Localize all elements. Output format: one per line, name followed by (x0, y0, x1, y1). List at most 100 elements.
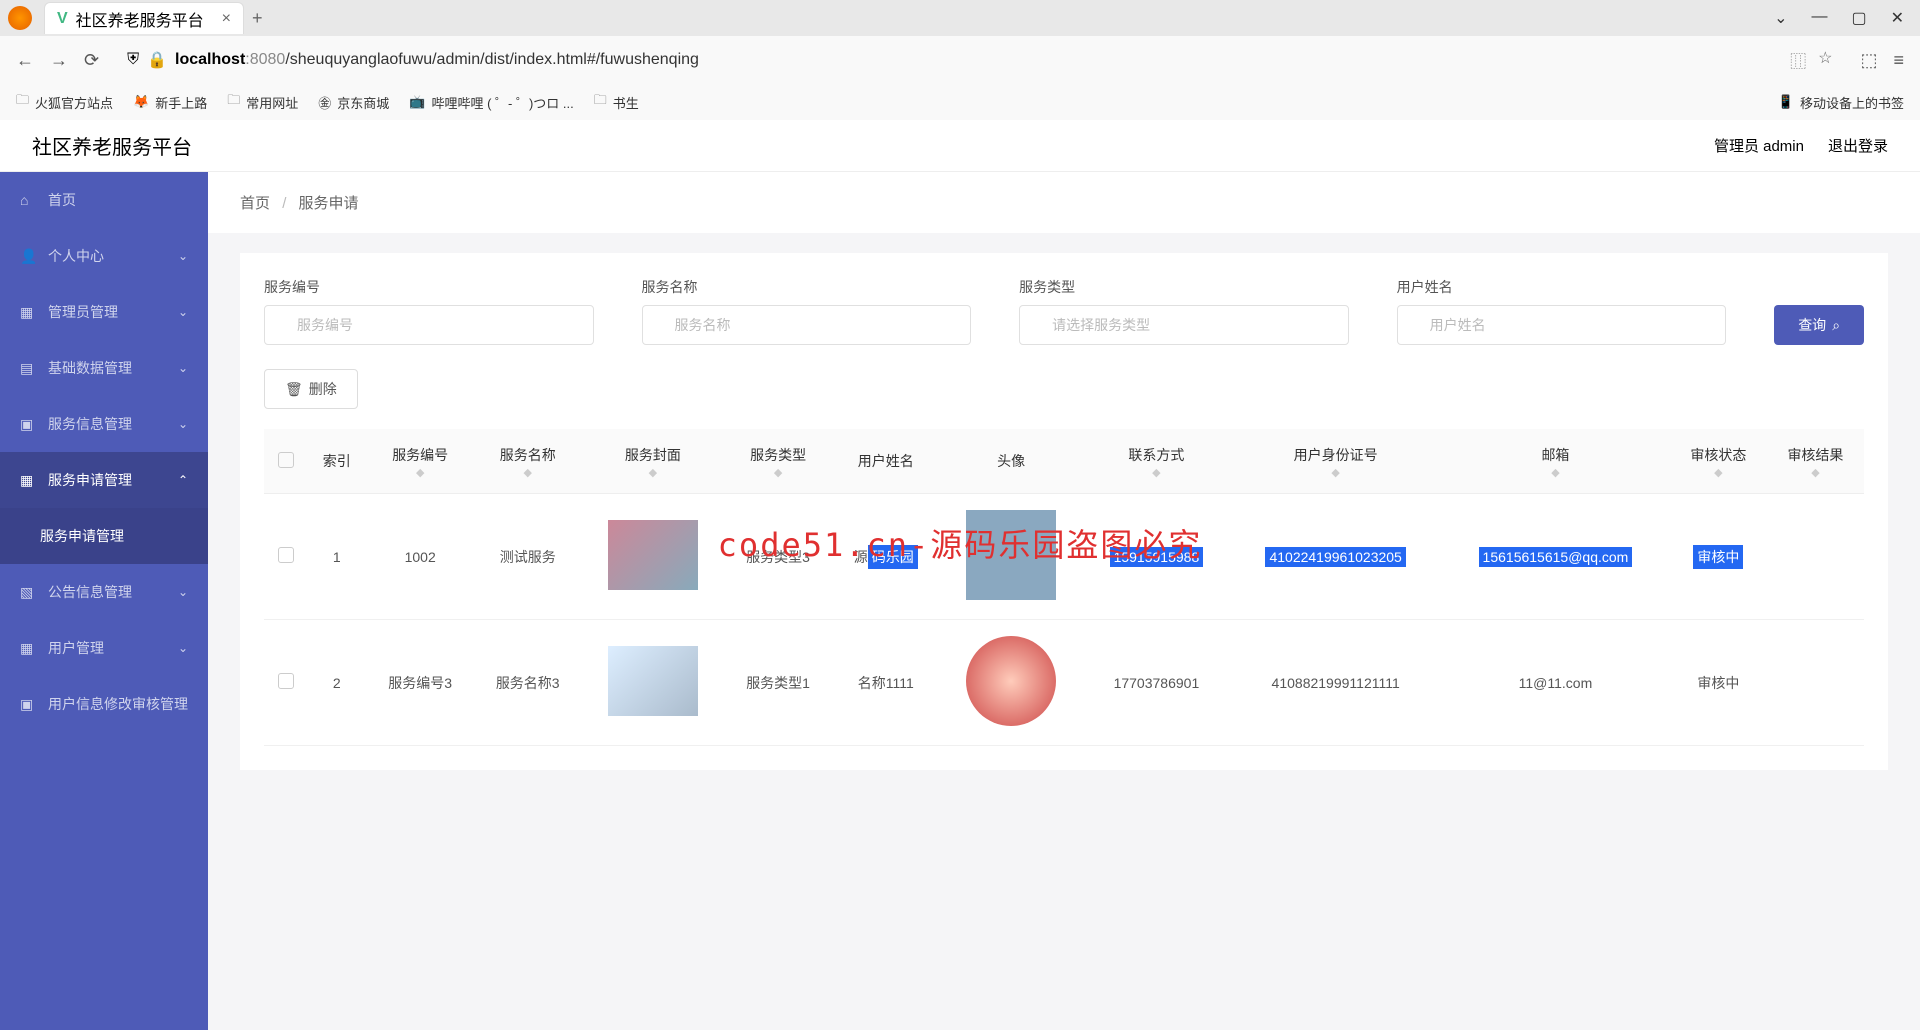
search-select-service-type[interactable] (1019, 305, 1349, 345)
search-input-user-name[interactable] (1397, 305, 1727, 345)
url-bar[interactable]: ⛨ 🔒 localhost:8080/sheuquyanglaofuwu/adm… (115, 48, 1844, 72)
back-button[interactable]: ← (16, 50, 34, 71)
col-user-name[interactable]: 用户姓名 (832, 429, 940, 494)
mobile-bookmarks[interactable]: 📱移动设备上的书签 (1778, 93, 1904, 112)
sort-icon: ◆ (523, 469, 531, 477)
nav-bar: ← → ⟳ ⛨ 🔒 localhost:8080/sheuquyanglaofu… (0, 36, 1920, 84)
vue-icon: V (57, 10, 68, 28)
bookmark-item[interactable]: ㊎京东商城 (318, 93, 389, 112)
cell-cover (581, 620, 724, 746)
col-status[interactable]: 审核状态◆ (1670, 429, 1767, 494)
checkbox-header[interactable] (264, 429, 307, 494)
row-checkbox[interactable] (278, 673, 294, 689)
cell-service-type: 服务类型3 (724, 494, 832, 620)
breadcrumb-current: 服务申请 (299, 195, 359, 212)
browser-tab[interactable]: V 社区养老服务平台 × (44, 2, 244, 34)
chevron-down-icon: ⌄ (178, 361, 188, 375)
col-email[interactable]: 邮箱◆ (1441, 429, 1670, 494)
sidebar-item-user-audit[interactable]: ▣用户信息修改审核管理 (0, 676, 208, 732)
service-icon: ▣ (20, 416, 36, 433)
bookmark-item[interactable]: 🗀常用网址 (227, 91, 298, 113)
search-input-service-name[interactable] (642, 305, 972, 345)
cell-avatar (940, 620, 1083, 746)
user-icon: 👤 (20, 248, 36, 265)
cell-contact: 15915915988 (1083, 494, 1231, 620)
sort-icon: ◆ (774, 469, 782, 477)
sidebar: ⌂首页 👤个人中心⌄ ▦管理员管理⌄ ▤基础数据管理⌄ ▣服务信息管理⌄ ▦服务… (0, 172, 208, 1030)
logout-link[interactable]: 退出登录 (1828, 135, 1888, 156)
sidebar-item-service-apply[interactable]: ▦服务申请管理⌃ (0, 452, 208, 508)
cell-result (1767, 620, 1864, 746)
cover-image (608, 520, 698, 590)
delete-button[interactable]: 🗑删除 (264, 369, 358, 409)
sidebar-item-service-info[interactable]: ▣服务信息管理⌄ (0, 396, 208, 452)
table-row[interactable]: 1 1002 测试服务 服务类型3 源码乐园 15915915988 41022… (264, 494, 1864, 620)
bookmark-item[interactable]: 📺哔哩哔哩 ( ゜- ゜)つロ ... (409, 93, 573, 112)
cell-id-no: 41088219991121111 (1230, 620, 1441, 746)
cell-service-name: 服务名称3 (474, 620, 582, 746)
row-checkbox[interactable] (278, 547, 294, 563)
col-service-no[interactable]: 服务编号◆ (366, 429, 474, 494)
col-result[interactable]: 审核结果◆ (1767, 429, 1864, 494)
search-label: 服务类型 (1019, 277, 1349, 297)
chevron-down-icon: ⌄ (178, 305, 188, 319)
new-tab-button[interactable]: + (252, 8, 263, 29)
chevron-down-icon[interactable]: ⌄ (1774, 8, 1787, 28)
bookmark-item[interactable]: 🗀书生 (594, 91, 639, 113)
tab-title: 社区养老服务平台 (76, 7, 204, 31)
bookmark-item[interactable]: 🗀火狐官方站点 (16, 91, 113, 113)
col-contact[interactable]: 联系方式◆ (1083, 429, 1231, 494)
cell-status: 审核中 (1670, 620, 1767, 746)
col-service-type[interactable]: 服务类型◆ (724, 429, 832, 494)
extension-icon[interactable]: ⬚ (1860, 50, 1877, 71)
reader-icon[interactable]: ⿲ (1790, 48, 1806, 72)
cell-service-name: 测试服务 (474, 494, 582, 620)
sidebar-item-admin[interactable]: ▦管理员管理⌄ (0, 284, 208, 340)
sidebar-item-home[interactable]: ⌂首页 (0, 172, 208, 228)
sidebar-item-notice[interactable]: ▧公告信息管理⌄ (0, 564, 208, 620)
table-row[interactable]: 2 服务编号3 服务名称3 服务类型1 名称1111 17703786901 4… (264, 620, 1864, 746)
close-window-icon[interactable]: ✕ (1891, 8, 1904, 28)
reload-button[interactable]: ⟳ (84, 50, 99, 71)
bookmark-item[interactable]: 🦊新手上路 (133, 93, 207, 112)
sidebar-item-basedata[interactable]: ▤基础数据管理⌄ (0, 340, 208, 396)
shield-icon[interactable]: ⛨ (127, 51, 139, 69)
jd-icon: ㊎ (318, 93, 331, 112)
app-header: 社区养老服务平台 管理员 admin 退出登录 (0, 120, 1920, 172)
maximize-icon[interactable]: ▢ (1851, 8, 1866, 28)
search-label: 服务名称 (642, 277, 972, 297)
col-avatar[interactable]: 头像 (940, 429, 1083, 494)
firefox-small-icon: 🦊 (133, 94, 149, 110)
users-icon: ▦ (20, 640, 36, 657)
bookmark-bar: 🗀火狐官方站点 🦊新手上路 🗀常用网址 ㊎京东商城 📺哔哩哔哩 ( ゜- ゜)つ… (0, 84, 1920, 120)
lock-icon[interactable]: 🔒 (147, 50, 167, 70)
search-input-service-no[interactable] (264, 305, 594, 345)
minimize-icon[interactable]: — (1811, 8, 1827, 28)
menu-icon[interactable]: ≡ (1893, 50, 1904, 71)
cell-id-no: 41022419961023205 (1230, 494, 1441, 620)
sidebar-subitem-service-apply[interactable]: 服务申请管理 (0, 508, 208, 564)
content-card: 服务编号 ⌕ 服务名称 ⌕ 服务类型 用户姓名 ⌕ 查询⌕ 🗑删除 (240, 253, 1888, 770)
table-header-row: 索引 服务编号◆ 服务名称◆ 服务封面◆ 服务类型◆ 用户姓名 头像 联系方式◆… (264, 429, 1864, 494)
cell-contact: 17703786901 (1083, 620, 1231, 746)
col-cover[interactable]: 服务封面◆ (581, 429, 724, 494)
app-title: 社区养老服务平台 (32, 131, 192, 160)
search-label: 服务编号 (264, 277, 594, 297)
breadcrumb-separator: / (282, 195, 286, 212)
data-icon: ▤ (20, 360, 36, 377)
col-index[interactable]: 索引 (307, 429, 366, 494)
sidebar-item-profile[interactable]: 👤个人中心⌄ (0, 228, 208, 284)
folder-icon: 🗀 (594, 91, 607, 113)
sidebar-item-users[interactable]: ▦用户管理⌄ (0, 620, 208, 676)
query-button[interactable]: 查询⌕ (1774, 305, 1864, 345)
close-tab-icon[interactable]: × (222, 10, 231, 28)
bookmark-star-icon[interactable]: ☆ (1818, 48, 1832, 72)
breadcrumb-home[interactable]: 首页 (240, 195, 270, 212)
user-label[interactable]: 管理员 admin (1714, 135, 1804, 156)
forward-button[interactable]: → (50, 50, 68, 71)
col-service-name[interactable]: 服务名称◆ (474, 429, 582, 494)
home-icon: ⌂ (20, 192, 36, 208)
cell-avatar (940, 494, 1083, 620)
search-field-service-name: 服务名称 ⌕ (642, 277, 972, 345)
col-id-no[interactable]: 用户身份证号◆ (1230, 429, 1441, 494)
